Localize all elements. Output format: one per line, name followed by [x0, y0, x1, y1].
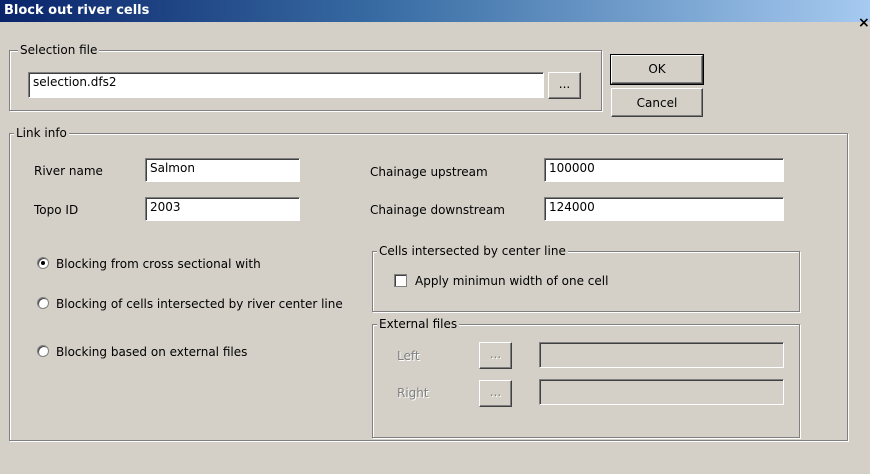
river-name-input[interactable]: Salmon [145, 158, 300, 182]
cancel-button[interactable]: Cancel [611, 88, 703, 117]
link-info-legend: Link info [14, 126, 69, 140]
right-file-input[interactable] [539, 379, 784, 405]
radio-cross-sectional-label[interactable]: Blocking from cross sectional with [56, 257, 261, 271]
right-file-label: Right [397, 386, 429, 400]
selection-file-legend: Selection file [18, 43, 100, 57]
chainage-downstream-label: Chainage downstream [370, 203, 505, 217]
title-bar: Block out river cells [0, 0, 870, 22]
ok-button[interactable]: OK [610, 54, 704, 85]
min-width-checkbox-label[interactable]: Apply minimun width of one cell [415, 274, 608, 288]
left-file-label: Left [397, 349, 420, 363]
radio-cross-sectional[interactable] [37, 257, 49, 269]
selection-browse-button[interactable]: ... [548, 72, 581, 99]
radio-external-files[interactable] [37, 345, 49, 357]
chainage-upstream-label: Chainage upstream [370, 165, 488, 179]
radio-center-line[interactable] [37, 297, 49, 309]
topo-id-input[interactable]: 2003 [145, 197, 300, 221]
external-files-legend: External files [377, 317, 460, 331]
center-line-legend: Cells intersected by center line [377, 244, 568, 258]
close-icon[interactable]: × [858, 16, 870, 30]
topo-id-label: Topo ID [34, 203, 79, 217]
left-file-browse-button[interactable]: ... [479, 342, 512, 369]
selection-file-input[interactable]: selection.dfs2 [28, 72, 544, 98]
right-file-browse-button[interactable]: ... [479, 380, 512, 407]
dialog-window: Block out river cells × Selection file s… [0, 0, 870, 474]
radio-center-line-label[interactable]: Blocking of cells intersected by river c… [56, 297, 343, 311]
radio-selected-dot [41, 261, 45, 265]
chainage-upstream-input[interactable]: 100000 [544, 158, 784, 182]
radio-external-files-label[interactable]: Blocking based on external files [56, 345, 247, 359]
chainage-downstream-input[interactable]: 124000 [544, 197, 784, 221]
left-file-input[interactable] [539, 342, 784, 368]
river-name-label: River name [34, 164, 103, 178]
window-title: Block out river cells [4, 3, 150, 18]
min-width-checkbox[interactable] [394, 274, 407, 287]
